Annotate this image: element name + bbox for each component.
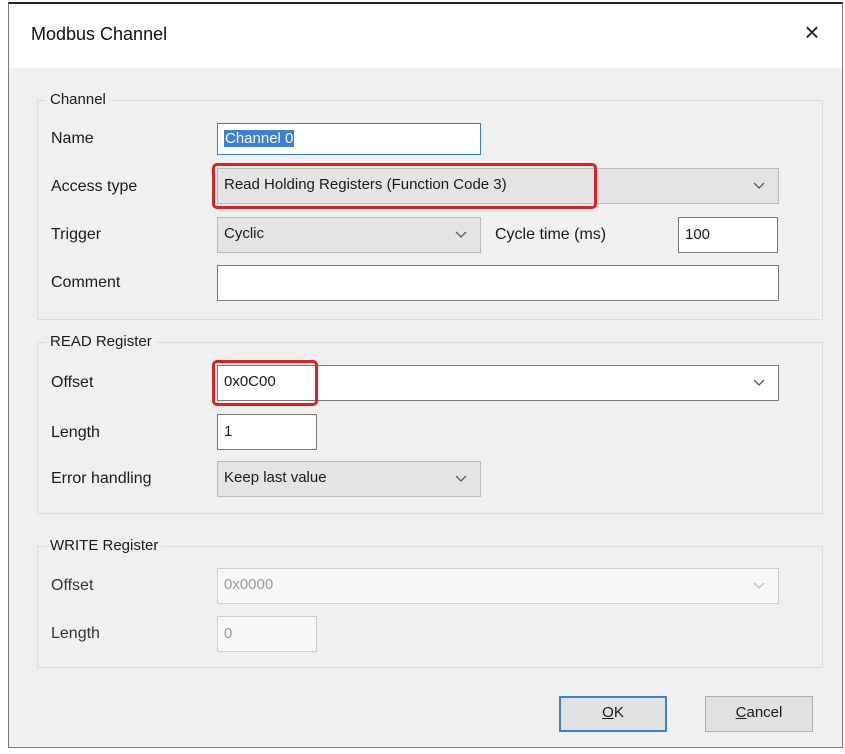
access-type-label: Access type bbox=[51, 178, 138, 195]
channel-group-title: Channel bbox=[46, 91, 110, 108]
chevron-down-icon bbox=[455, 231, 467, 238]
error-handling-value: Keep last value bbox=[224, 469, 327, 486]
read-offset-highlight bbox=[212, 360, 318, 406]
read-length-label: Length bbox=[51, 424, 100, 441]
read-offset-label: Offset bbox=[51, 374, 94, 391]
error-handling-dropdown[interactable]: Keep last value bbox=[217, 461, 481, 497]
trigger-value: Cyclic bbox=[224, 225, 264, 242]
write-offset-label: Offset bbox=[51, 577, 94, 594]
cancel-mnemonic: C bbox=[735, 704, 747, 721]
trigger-label: Trigger bbox=[51, 226, 102, 243]
write-length-field: 0 bbox=[217, 616, 317, 652]
close-icon[interactable]: × bbox=[800, 19, 824, 45]
modbus-channel-dialog: Modbus Channel × Channel Name Channel 0 … bbox=[8, 2, 843, 748]
cycle-time-label: Cycle time (ms) bbox=[495, 226, 607, 243]
chevron-down-icon bbox=[753, 379, 765, 386]
write-offset-combobox: 0x0000 bbox=[217, 568, 779, 604]
name-field[interactable]: Channel 0 bbox=[217, 123, 481, 155]
cancel-label-rest: ancel bbox=[746, 704, 783, 721]
cancel-button[interactable]: Cancel bbox=[705, 696, 813, 732]
ok-label-rest: K bbox=[613, 704, 624, 721]
chevron-down-icon bbox=[455, 475, 467, 482]
chevron-down-icon bbox=[753, 582, 765, 589]
name-label: Name bbox=[51, 130, 94, 147]
write-register-group: WRITE Register bbox=[37, 537, 823, 668]
access-type-highlight bbox=[212, 163, 597, 209]
chevron-down-icon bbox=[753, 182, 765, 189]
ok-mnemonic: O bbox=[602, 704, 614, 721]
error-handling-label: Error handling bbox=[51, 470, 152, 487]
comment-field[interactable] bbox=[217, 265, 779, 301]
write-offset-value: 0x0000 bbox=[224, 576, 274, 593]
read-length-field[interactable]: 1 bbox=[217, 414, 317, 450]
name-field-value: Channel 0 bbox=[224, 130, 295, 147]
cycle-time-field[interactable]: 100 bbox=[678, 217, 778, 253]
write-register-group-title: WRITE Register bbox=[46, 537, 163, 554]
trigger-dropdown[interactable]: Cyclic bbox=[217, 217, 481, 253]
write-length-label: Length bbox=[51, 625, 100, 642]
comment-label: Comment bbox=[51, 274, 121, 291]
ok-button[interactable]: OK bbox=[559, 696, 667, 732]
dialog-title: Modbus Channel bbox=[31, 24, 168, 44]
title-bar: Modbus Channel × bbox=[9, 4, 842, 68]
read-register-group-title: READ Register bbox=[46, 333, 156, 350]
